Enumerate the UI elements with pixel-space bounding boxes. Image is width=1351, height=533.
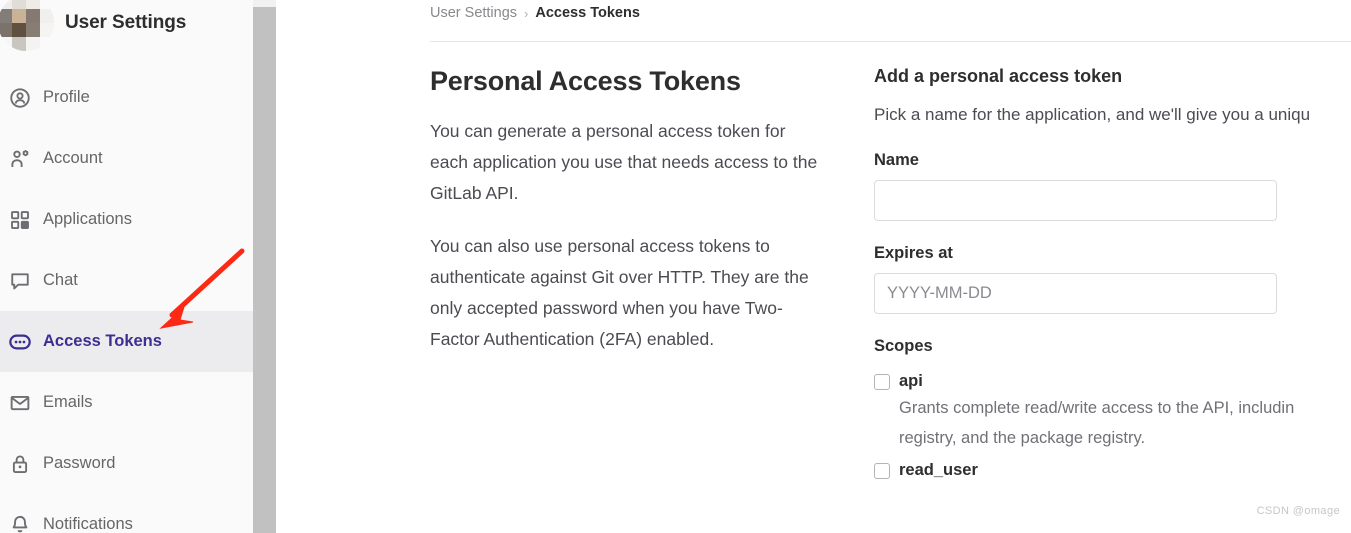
sidebar-scrollbar-thumb[interactable] (253, 7, 276, 533)
gitlab-user-settings-page: User Settings Profile Account Applications… (0, 0, 1351, 533)
expires-at-input[interactable] (874, 273, 1277, 314)
applications-icon (5, 210, 35, 230)
avatar-pixel (0, 23, 12, 37)
sidebar-item-label: Access Tokens (43, 332, 162, 350)
name-field-label: Name (874, 151, 919, 169)
sidebar-nav: Profile Account Applications Chat Access Tok… (0, 67, 253, 533)
form-description: Pick a name for the application, and we'… (874, 105, 1311, 124)
avatar-pixel (26, 37, 40, 51)
scope-row: read_user (874, 459, 1351, 482)
avatar-pixel (12, 9, 26, 23)
avatar-pixel (12, 37, 26, 51)
avatar-pixel (26, 0, 40, 9)
envelope-icon (5, 393, 35, 413)
sidebar-header: User Settings (0, 0, 253, 56)
profile-icon (5, 87, 35, 108)
token-icon (5, 331, 35, 353)
avatar-pixel (12, 0, 26, 9)
sidebar-item-label: Emails (43, 393, 93, 411)
sidebar-item-account[interactable]: Account (0, 128, 253, 189)
avatar-pixel (0, 0, 12, 9)
scopes-label: Scopes (874, 337, 933, 355)
lock-icon (5, 454, 35, 474)
intro-paragraph-1: You can generate a personal access token… (430, 121, 818, 203)
main-content: User Settings › Access Tokens Personal A… (276, 0, 1351, 533)
avatar-pixel (0, 37, 12, 51)
scope-checkbox-api[interactable] (874, 374, 890, 390)
avatar-pixel (40, 23, 54, 37)
bell-icon (5, 515, 35, 533)
expires-at-field-label: Expires at (874, 244, 953, 262)
sidebar-item-emails[interactable]: Emails (0, 372, 253, 433)
scope-text: read_user (899, 459, 1351, 482)
scope-checkbox-read_user[interactable] (874, 463, 890, 479)
intro-paragraph-2: You can also use personal access tokens … (430, 236, 809, 349)
avatar-pixel (26, 9, 40, 23)
breadcrumb-divider (430, 41, 1351, 42)
avatar-mosaic-image (0, 0, 54, 51)
scopes-list: api Grants complete read/write access to … (874, 370, 1351, 482)
sidebar-item-label: Profile (43, 88, 90, 106)
sidebar-item-profile[interactable]: Profile (0, 67, 253, 128)
sidebar-item-label: Chat (43, 271, 78, 289)
scope-name: read_user (899, 461, 978, 479)
add-token-form: Add a personal access token Pick a name … (874, 66, 1351, 488)
page-title: Personal Access Tokens (430, 66, 741, 96)
avatar-pixel (12, 23, 26, 37)
form-title: Add a personal access token (874, 66, 1123, 86)
watermark: CSDN @omage (1256, 505, 1340, 517)
sidebar-item-label: Notifications (43, 515, 133, 533)
breadcrumb-parent-link[interactable]: User Settings (430, 5, 517, 21)
scope-text: api Grants complete read/write access to … (899, 370, 1351, 453)
name-input[interactable] (874, 180, 1277, 221)
scope-row: api Grants complete read/write access to … (874, 370, 1351, 453)
sidebar-item-label: Password (43, 454, 116, 472)
settings-sidebar: User Settings Profile Account Applications… (0, 0, 253, 533)
sidebar-item-label: Account (43, 149, 103, 167)
sidebar-item-access-tokens[interactable]: Access Tokens (0, 311, 253, 372)
sidebar-item-label: Applications (43, 210, 132, 228)
tokens-description-column: Personal Access Tokens You can generate … (430, 66, 830, 377)
avatar-pixel (26, 23, 40, 37)
scope-name: api (899, 372, 923, 390)
sidebar-item-password[interactable]: Password (0, 433, 253, 494)
avatar-pixel (40, 37, 54, 51)
account-icon (5, 149, 35, 169)
sidebar-item-chat[interactable]: Chat (0, 250, 253, 311)
sidebar-item-applications[interactable]: Applications (0, 189, 253, 250)
sidebar-user-title: User Settings (65, 12, 187, 33)
breadcrumb: User Settings › Access Tokens (430, 5, 640, 21)
avatar (0, 0, 54, 51)
avatar-pixel (0, 9, 12, 23)
breadcrumb-separator-icon: › (524, 5, 529, 21)
scope-description: Grants complete read/write access to the… (899, 399, 1295, 447)
avatar-pixel (40, 9, 54, 23)
avatar-pixel (40, 0, 54, 9)
chat-icon (5, 271, 35, 291)
sidebar-item-notifications[interactable]: Notifications (0, 494, 253, 533)
breadcrumb-current: Access Tokens (535, 5, 640, 21)
